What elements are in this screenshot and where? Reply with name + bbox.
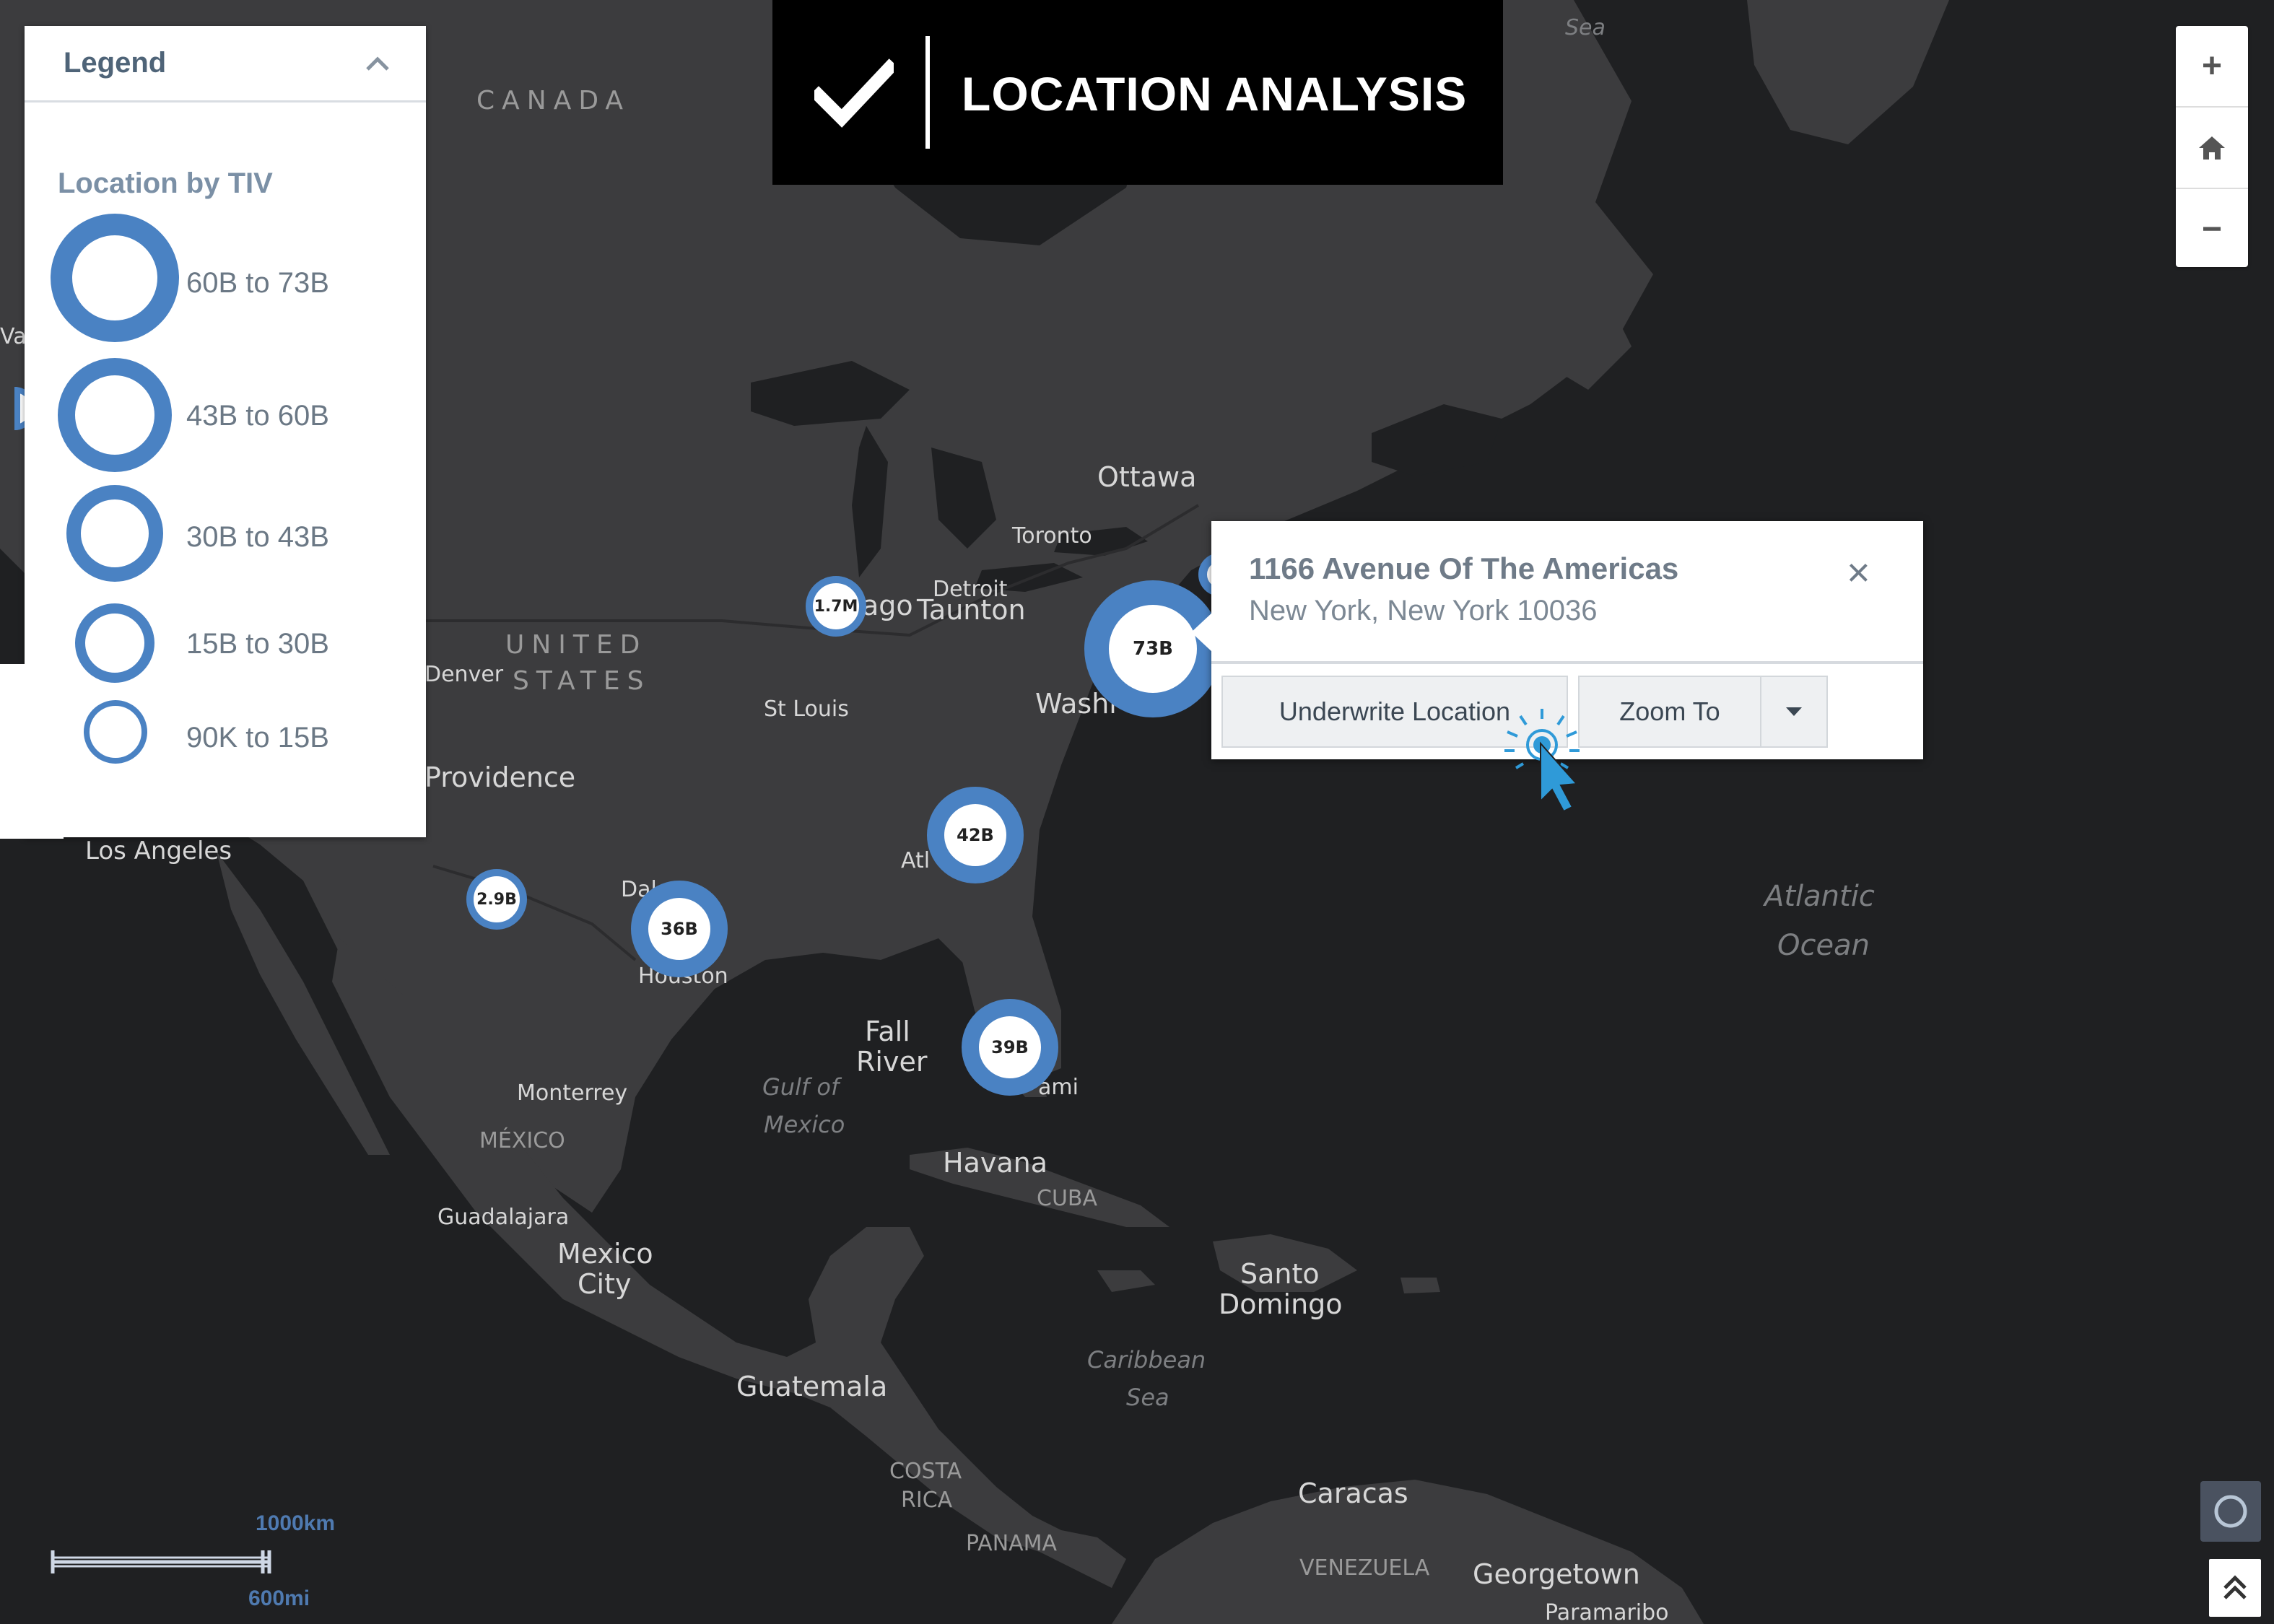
map-label: Atlantic: [1764, 880, 1875, 913]
legend-symbol: [58, 358, 172, 472]
legend-item-label: 60B to 73B: [186, 267, 329, 299]
map-label: MÉXICO: [479, 1128, 565, 1153]
legend-item-label: 30B to 43B: [186, 521, 329, 553]
map-label: PANAMA: [966, 1531, 1058, 1556]
check-icon: [814, 58, 894, 128]
map-label: Georgetown: [1473, 1558, 1640, 1590]
map-label: Los Angeles: [85, 837, 232, 865]
location-cluster[interactable]: 1.7M: [806, 576, 866, 637]
circle-icon: [2214, 1495, 2247, 1528]
zoom-in-button[interactable]: +: [2176, 26, 2248, 108]
legend-panel: Legend Location by TIV 60B to 73B 43B to…: [25, 26, 426, 837]
more-options-button[interactable]: [1760, 676, 1828, 748]
zoom-out-button[interactable]: −: [2176, 189, 2248, 269]
legend-item-label: 90K to 15B: [186, 722, 329, 754]
side-panel-edge[interactable]: [0, 664, 64, 839]
address-line-1: 1166 Avenue Of The Americas: [1249, 551, 1679, 585]
map-label: Guadalajara: [437, 1205, 570, 1230]
map-label: Mexico: [557, 1238, 653, 1270]
map-label: Monterrey: [517, 1081, 628, 1106]
map-label: VENEZUELA: [1299, 1555, 1430, 1581]
location-cluster[interactable]: 2.9B: [466, 869, 527, 930]
zoom-controls: + −: [2176, 26, 2248, 267]
legend-symbol: [84, 700, 147, 764]
map-label: Mexico: [764, 1111, 845, 1138]
map-label: Gulf of: [762, 1073, 840, 1101]
map-label: CANADA: [476, 86, 631, 115]
map-label: CUBA: [1037, 1186, 1098, 1211]
home-button[interactable]: [2176, 108, 2248, 189]
map-label: COSTA: [889, 1459, 962, 1484]
legend-symbol: [66, 485, 163, 582]
scroll-top-button[interactable]: [2209, 1559, 2261, 1617]
legend-item-label: 15B to 30B: [186, 628, 329, 660]
title-banner: LOCATION ANALYSIS: [772, 0, 1503, 185]
map-label: UNITED: [505, 630, 648, 660]
legend-symbol: [75, 603, 154, 683]
map-label: ago: [862, 590, 913, 621]
map-label: Guatemala: [736, 1371, 888, 1402]
map-app: CANADA UNITED STATES MÉXICO CUBA COSTA R…: [0, 0, 2274, 1624]
map-label: St Louis: [764, 697, 849, 722]
caret-down-icon: [1786, 707, 1802, 716]
popup-pointer: [1191, 612, 1213, 652]
map-label: Caracas: [1298, 1477, 1408, 1509]
map-label: Toronto: [1012, 523, 1092, 549]
zoom-to-button[interactable]: Zoom To: [1578, 676, 1761, 748]
banner-divider: [925, 36, 930, 149]
map-label: Providence: [424, 761, 576, 793]
map-label: STATES: [513, 666, 651, 696]
map-label: Taunton: [917, 594, 1026, 626]
map-label: Caribbean: [1087, 1346, 1206, 1374]
close-icon[interactable]: ×: [1847, 549, 1870, 595]
location-cluster[interactable]: 36B: [631, 881, 728, 977]
map-label: Fall: [865, 1016, 910, 1047]
map-label: Denver: [424, 662, 504, 687]
map-label: Ocean: [1777, 929, 1870, 962]
address-line-2: New York, New York 10036: [1249, 595, 1598, 627]
map-label: RICA: [901, 1488, 953, 1513]
chevron-up-icon[interactable]: [365, 48, 390, 79]
legend-item-label: 43B to 60B: [186, 400, 329, 432]
scale-km-label: 1000km: [256, 1511, 336, 1535]
location-cluster[interactable]: 39B: [962, 999, 1058, 1096]
map-label: City: [578, 1268, 632, 1300]
legend-title: Legend: [64, 47, 167, 79]
scale-line: [51, 1550, 271, 1573]
map-label: Sea: [1565, 15, 1606, 40]
map-label: Havana: [943, 1147, 1048, 1179]
map-label: Atl: [901, 848, 931, 873]
map-label: River: [856, 1046, 928, 1078]
double-chevron-up-icon: [2223, 1575, 2247, 1599]
legend-header[interactable]: Legend: [25, 26, 426, 102]
map-label: Santo: [1240, 1258, 1320, 1290]
popup-divider: [1211, 661, 1923, 664]
map-label: Domingo: [1219, 1288, 1343, 1320]
legend-subtitle: Location by TIV: [58, 167, 273, 199]
locate-button[interactable]: [2200, 1481, 2261, 1542]
home-icon: [2199, 136, 2225, 160]
scale-mi-label: 600mi: [248, 1586, 310, 1610]
map-label: Sea: [1126, 1384, 1169, 1411]
banner-title: LOCATION ANALYSIS: [962, 67, 1468, 121]
map-label: Ottawa: [1097, 461, 1197, 493]
click-cursor-icon: [1504, 709, 1580, 813]
location-cluster[interactable]: 42B: [927, 787, 1024, 883]
map-label: Paramaribo: [1545, 1600, 1669, 1624]
legend-symbol: [51, 214, 179, 342]
